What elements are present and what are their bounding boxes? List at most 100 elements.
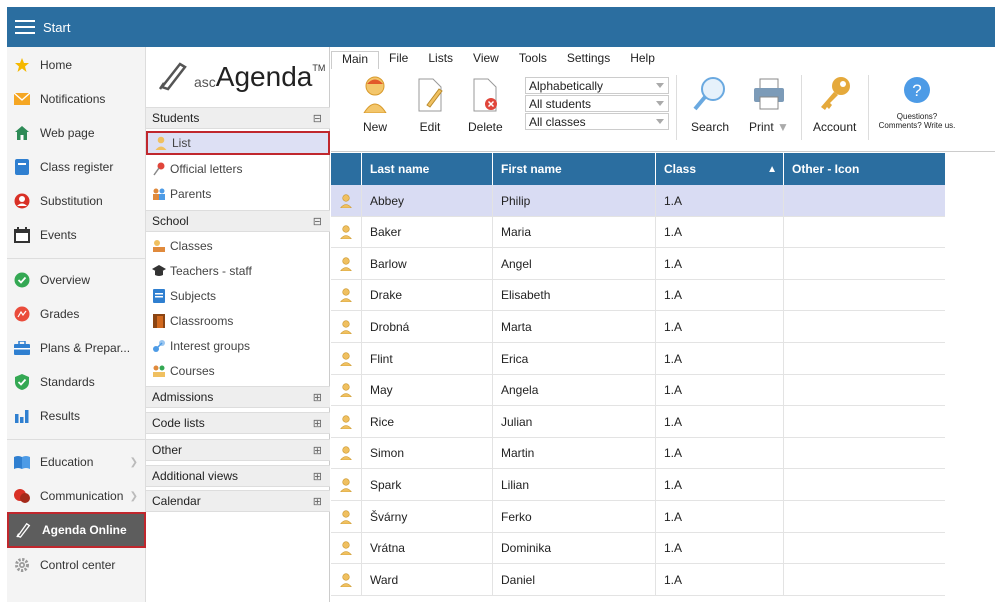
- envelope-icon: [14, 91, 30, 107]
- table-row[interactable]: Ward Daniel 1.A: [331, 564, 945, 596]
- sub-item-courses[interactable]: Courses: [146, 358, 330, 383]
- sub-item-subjects[interactable]: Subjects: [146, 283, 330, 308]
- cell-other-icon: [784, 501, 945, 532]
- nav-item-communication[interactable]: Communication ❯: [7, 481, 146, 511]
- dropdown-arrow-icon: [656, 83, 664, 88]
- table-row[interactable]: Drobná Marta 1.A: [331, 311, 945, 343]
- nav-item-home[interactable]: Home: [7, 50, 146, 80]
- column-header-class[interactable]: Class ▲: [656, 153, 784, 185]
- sub-item-classes[interactable]: Classes: [146, 233, 330, 258]
- cell-last-name: Rice: [362, 406, 493, 438]
- ribbon-tab-file[interactable]: File: [379, 51, 418, 69]
- nav-item-label: Class register: [40, 160, 114, 174]
- ribbon-tab-view[interactable]: View: [463, 51, 509, 69]
- nav-item-standards[interactable]: Standards: [7, 367, 146, 397]
- edit-button[interactable]: Edit: [415, 75, 445, 134]
- print-dropdown-icon[interactable]: ▼: [777, 120, 789, 134]
- cell-other-icon: [784, 469, 945, 500]
- table-row[interactable]: May Angela 1.A: [331, 374, 945, 407]
- expand-icon[interactable]: ⊞: [313, 444, 322, 457]
- sub-item-teachers-staff[interactable]: Teachers - staff: [146, 258, 330, 283]
- sub-item-official-letters[interactable]: Official letters: [146, 156, 330, 181]
- ribbon-tab-lists[interactable]: Lists: [418, 51, 463, 69]
- table-row[interactable]: Barlow Angel 1.A: [331, 248, 945, 280]
- sub-item-label: Teachers - staff: [170, 263, 252, 278]
- column-header-other-icon[interactable]: Other - Icon: [784, 153, 945, 185]
- hamburger-menu-icon[interactable]: [15, 20, 35, 34]
- nav-item-label: Communication: [40, 489, 124, 503]
- print-button[interactable]: Print ▼: [749, 75, 789, 134]
- cell-other-icon: [784, 406, 945, 437]
- nav-item-agenda-online[interactable]: Agenda Online: [7, 512, 146, 548]
- student-icon: [331, 532, 362, 564]
- table-row[interactable]: Simon Martin 1.A: [331, 437, 945, 470]
- ribbon-tab-settings[interactable]: Settings: [557, 51, 620, 69]
- delete-document-icon: [470, 75, 500, 120]
- new-button[interactable]: New: [360, 75, 390, 134]
- search-button[interactable]: Search: [691, 75, 729, 134]
- table-row[interactable]: Baker Maria 1.A: [331, 216, 945, 249]
- sort-order-select[interactable]: Alphabetically: [525, 77, 669, 94]
- sub-item-parents[interactable]: Parents: [146, 181, 330, 206]
- account-button[interactable]: Account: [813, 75, 856, 134]
- column-header-last-name[interactable]: Last name: [362, 153, 493, 185]
- sub-item-interest-groups[interactable]: Interest groups: [146, 333, 330, 358]
- nav-item-web-page[interactable]: Web page: [7, 118, 146, 148]
- table-row[interactable]: Švárny Ferko 1.A: [331, 501, 945, 533]
- nav-item-label: Events: [40, 228, 77, 242]
- ribbon-divider: [676, 75, 677, 140]
- nav-item-education[interactable]: Education ❯: [7, 447, 146, 477]
- icon-column-header: [331, 153, 362, 185]
- edit-document-icon: [415, 75, 445, 120]
- expand-icon[interactable]: ⊞: [313, 417, 322, 430]
- table-row[interactable]: Abbey Philip 1.A: [331, 185, 945, 217]
- section-calendar-header[interactable]: Calendar ⊞: [146, 490, 330, 512]
- ribbon-tab-help[interactable]: Help: [620, 51, 665, 69]
- class-filter-select[interactable]: All classes: [525, 113, 669, 130]
- section-code-lists-header[interactable]: Code lists ⊞: [146, 412, 330, 434]
- nav-item-substitution[interactable]: Substitution: [7, 186, 146, 216]
- section-admissions-header[interactable]: Admissions ⊞: [146, 386, 330, 408]
- nav-item-grades[interactable]: Grades: [7, 299, 146, 329]
- student-filter-select[interactable]: All students: [525, 95, 669, 112]
- table-row[interactable]: Rice Julian 1.A: [331, 406, 945, 438]
- nav-item-notifications[interactable]: Notifications: [7, 84, 146, 114]
- table-header: Last name First name Class ▲ Other - Ico…: [331, 153, 945, 185]
- table-row[interactable]: Flint Erica 1.A: [331, 343, 945, 375]
- expand-icon[interactable]: ⊞: [313, 495, 322, 508]
- questions-button[interactable]: ? Questions? Comments? Write us.: [877, 75, 957, 130]
- cell-first-name: Dominika: [493, 532, 656, 564]
- nav-item-class-register[interactable]: Class register: [7, 152, 146, 182]
- cell-class: 1.A: [656, 216, 784, 248]
- bar-chart-icon: [14, 408, 30, 424]
- table-row[interactable]: Spark Lilian 1.A: [331, 469, 945, 501]
- section-students-header[interactable]: Students ⊟: [146, 107, 330, 129]
- sub-item-classrooms[interactable]: Classrooms: [146, 308, 330, 333]
- delete-button[interactable]: Delete: [468, 75, 503, 134]
- table-row[interactable]: Vrátna Dominika 1.A: [331, 532, 945, 565]
- nav-item-results[interactable]: Results: [7, 401, 146, 431]
- expand-icon[interactable]: ⊞: [313, 470, 322, 483]
- nav-item-label: Overview: [40, 273, 91, 287]
- sub-item-list[interactable]: List: [146, 131, 330, 155]
- nav-item-overview[interactable]: Overview: [7, 265, 146, 295]
- column-header-first-name[interactable]: First name: [493, 153, 656, 185]
- ribbon-tab-tools[interactable]: Tools: [509, 51, 557, 69]
- section-additional-views-header[interactable]: Additional views ⊞: [146, 465, 330, 487]
- ribbon-tab-main[interactable]: Main: [331, 51, 380, 69]
- expand-icon[interactable]: ⊞: [313, 391, 322, 404]
- collapse-icon[interactable]: ⊟: [313, 215, 322, 228]
- cell-other-icon: [784, 280, 945, 311]
- section-title: Students: [152, 111, 200, 125]
- table-row[interactable]: Drake Elisabeth 1.A: [331, 279, 945, 312]
- collapse-icon[interactable]: ⊟: [313, 112, 322, 125]
- section-school-header[interactable]: School ⊟: [146, 210, 330, 232]
- nav-item-events[interactable]: Events: [7, 220, 146, 250]
- student-icon: [331, 469, 362, 501]
- section-other-header[interactable]: Other ⊞: [146, 439, 330, 461]
- nav-item-plans[interactable]: Plans & Prepar...: [7, 333, 146, 363]
- nav-item-control-center[interactable]: Control center: [7, 550, 146, 580]
- cell-other-icon: [784, 375, 945, 406]
- book-icon: [14, 454, 30, 470]
- section-title: Admissions: [152, 390, 214, 404]
